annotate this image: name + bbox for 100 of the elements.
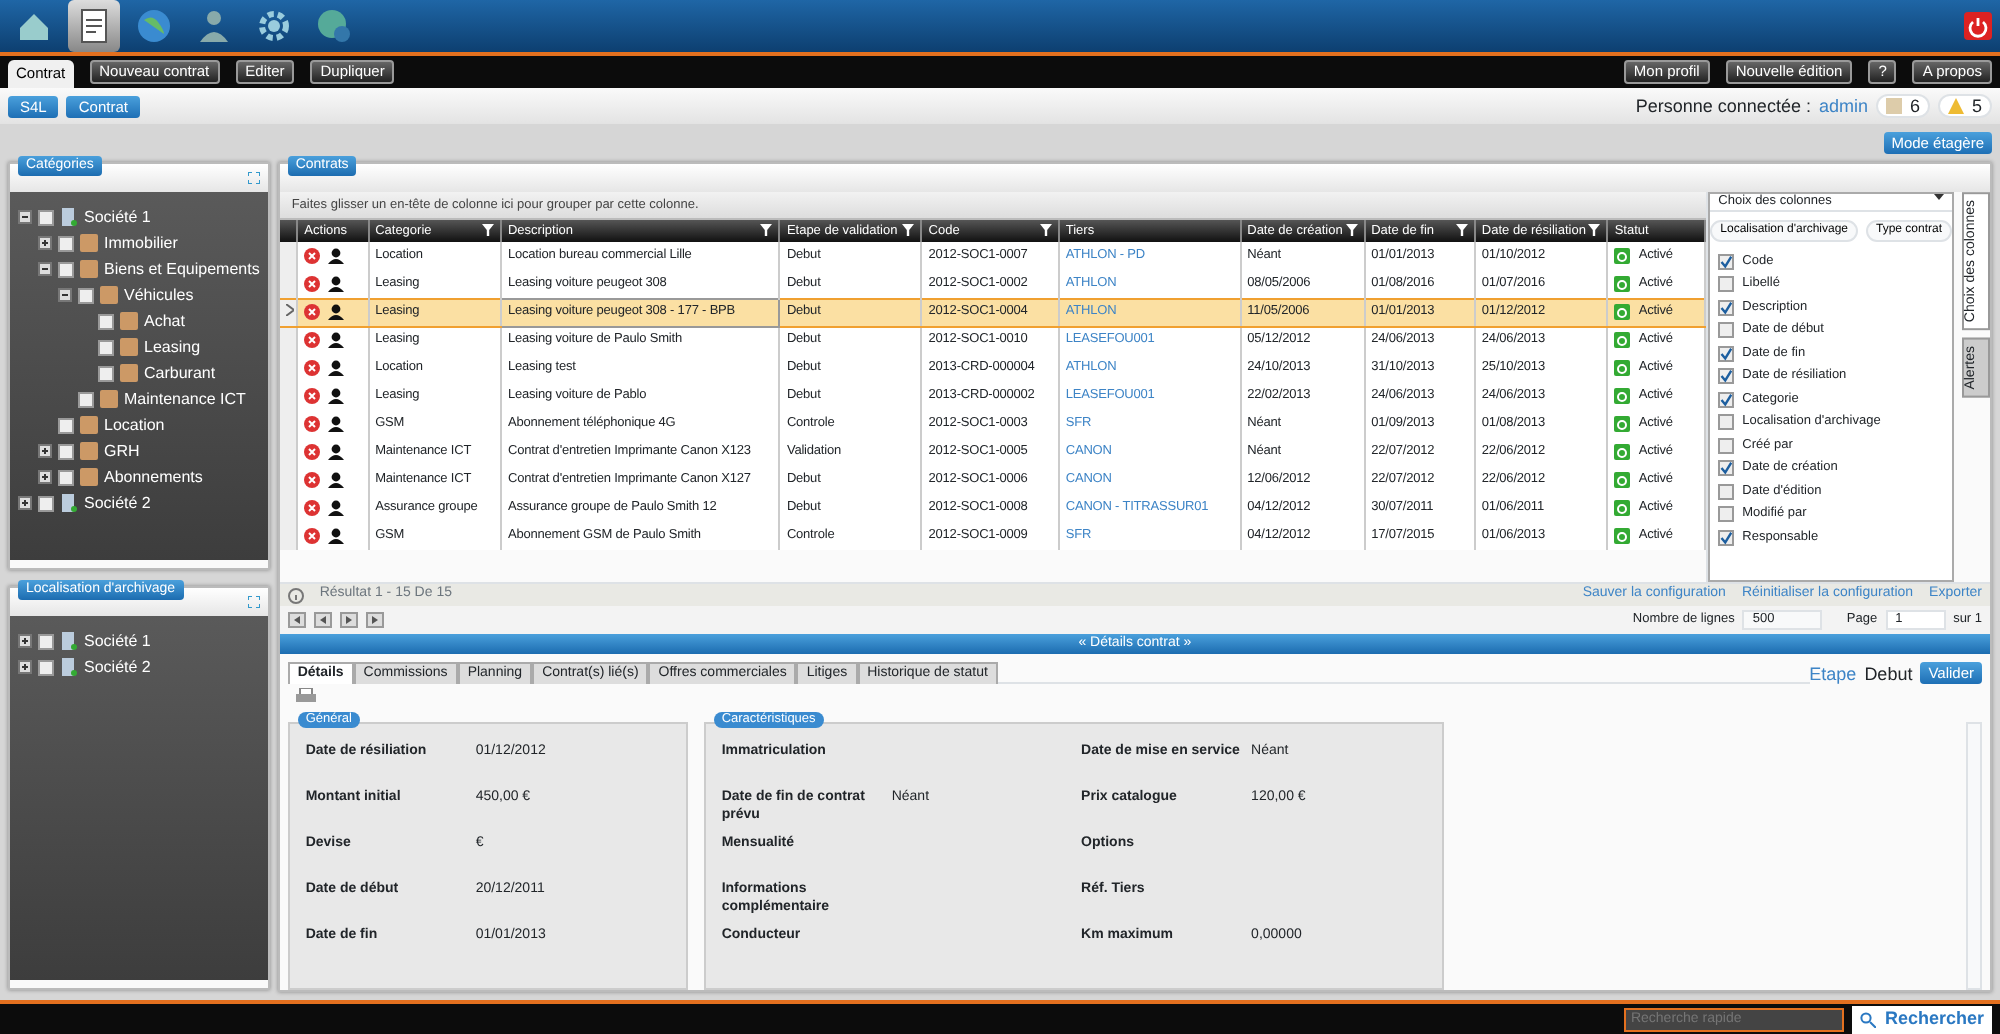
checkbox[interactable] bbox=[1718, 483, 1735, 500]
expand-toggle[interactable] bbox=[18, 496, 32, 510]
filter-icon[interactable] bbox=[1039, 224, 1052, 237]
filter-icon[interactable] bbox=[1345, 224, 1358, 237]
checkbox[interactable] bbox=[98, 313, 114, 329]
delete-icon[interactable] bbox=[304, 275, 321, 292]
expand-toggle[interactable] bbox=[38, 236, 52, 250]
checkbox[interactable] bbox=[1718, 437, 1735, 454]
checkbox[interactable] bbox=[38, 495, 54, 511]
user-icon[interactable] bbox=[328, 360, 347, 376]
counter-badge[interactable]: 6 bbox=[1875, 93, 1930, 119]
checkbox[interactable] bbox=[58, 469, 74, 485]
maximize-icon[interactable] bbox=[247, 172, 260, 184]
tree-item[interactable]: Carburant bbox=[144, 363, 216, 383]
user-icon[interactable] bbox=[328, 472, 347, 488]
delete-icon[interactable] bbox=[304, 304, 321, 320]
tree-item[interactable]: Achat bbox=[144, 311, 185, 331]
status-icon bbox=[1614, 360, 1631, 376]
tree-item[interactable]: Société 1 bbox=[84, 631, 151, 651]
person-icon bbox=[194, 6, 234, 46]
building-icon bbox=[60, 208, 78, 226]
checkbox[interactable] bbox=[58, 235, 74, 251]
tree-item[interactable]: Véhicules bbox=[124, 285, 194, 305]
delete-icon[interactable] bbox=[304, 248, 321, 264]
print-icon[interactable] bbox=[295, 687, 316, 706]
expand-toggle[interactable] bbox=[38, 262, 52, 276]
status-icon bbox=[1614, 472, 1631, 488]
delete-icon[interactable] bbox=[304, 472, 321, 488]
filter-icon[interactable] bbox=[481, 224, 494, 237]
user-icon[interactable] bbox=[328, 388, 347, 404]
expand-toggle[interactable] bbox=[18, 210, 32, 224]
pager-button[interactable] bbox=[365, 612, 384, 628]
search-button[interactable]: Rechercher bbox=[1852, 1005, 1992, 1033]
tree-item[interactable]: Biens et Equipements bbox=[104, 259, 260, 279]
checkbox[interactable] bbox=[1718, 276, 1735, 293]
user-icon[interactable] bbox=[328, 444, 347, 460]
delete-icon[interactable] bbox=[304, 360, 321, 376]
filter-icon[interactable] bbox=[760, 224, 773, 237]
pager-button[interactable] bbox=[287, 612, 306, 628]
tree-item[interactable]: Maintenance ICT bbox=[124, 389, 246, 409]
filter-icon[interactable] bbox=[1455, 224, 1468, 237]
tree-item[interactable]: Location bbox=[104, 415, 165, 435]
checkbox[interactable] bbox=[78, 287, 94, 303]
delete-icon[interactable] bbox=[304, 332, 321, 349]
checkbox[interactable] bbox=[58, 443, 74, 459]
checkbox[interactable] bbox=[98, 339, 114, 355]
user-icon[interactable] bbox=[328, 500, 347, 516]
delete-icon[interactable] bbox=[304, 500, 321, 516]
tree-item[interactable]: GRH bbox=[104, 441, 140, 461]
expand-toggle[interactable] bbox=[18, 660, 32, 674]
tree-item[interactable]: Société 2 bbox=[84, 493, 151, 513]
checkbox[interactable] bbox=[38, 209, 54, 225]
checkbox[interactable] bbox=[1718, 368, 1735, 385]
checkbox[interactable] bbox=[1718, 345, 1735, 362]
checkbox[interactable] bbox=[58, 261, 74, 277]
maximize-icon[interactable] bbox=[247, 596, 260, 608]
tree-item[interactable]: Abonnements bbox=[104, 467, 203, 487]
checkbox[interactable] bbox=[1718, 322, 1735, 339]
search-icon bbox=[1860, 1011, 1877, 1027]
delete-icon[interactable] bbox=[304, 388, 321, 404]
checkbox[interactable] bbox=[1718, 460, 1735, 477]
checkbox[interactable] bbox=[98, 365, 114, 381]
checkbox[interactable] bbox=[58, 417, 74, 433]
filter-icon[interactable] bbox=[1588, 224, 1601, 237]
power-icon[interactable] bbox=[1964, 12, 1992, 40]
delete-icon[interactable] bbox=[304, 444, 321, 460]
delete-icon[interactable] bbox=[304, 416, 321, 432]
pager-button[interactable] bbox=[339, 612, 358, 628]
checkbox[interactable] bbox=[78, 391, 94, 407]
step-link[interactable]: Etape bbox=[1809, 663, 1857, 685]
filter-icon[interactable] bbox=[902, 224, 915, 237]
user-icon[interactable] bbox=[328, 248, 347, 264]
delete-icon[interactable] bbox=[304, 528, 321, 544]
checkbox[interactable] bbox=[1718, 506, 1735, 523]
counter-badge[interactable]: 5 bbox=[1937, 93, 1992, 119]
scrollbar[interactable] bbox=[1966, 722, 1983, 990]
expand-toggle[interactable] bbox=[58, 288, 72, 302]
tree-item[interactable]: Société 2 bbox=[84, 657, 151, 677]
checkbox[interactable] bbox=[38, 633, 54, 649]
checkbox[interactable] bbox=[1718, 299, 1735, 316]
check-icon bbox=[1720, 299, 1733, 316]
checkbox[interactable] bbox=[1718, 253, 1735, 270]
status-icon bbox=[1614, 388, 1631, 404]
expand-toggle[interactable] bbox=[18, 634, 32, 648]
tree-item[interactable]: Société 1 bbox=[84, 207, 151, 227]
checkbox[interactable] bbox=[1718, 414, 1735, 431]
checkbox[interactable] bbox=[1718, 391, 1735, 408]
checkbox[interactable] bbox=[38, 659, 54, 675]
app-tab[interactable] bbox=[68, 0, 120, 52]
expand-toggle[interactable] bbox=[38, 470, 52, 484]
user-icon[interactable] bbox=[328, 528, 347, 544]
tree-item[interactable]: Immobilier bbox=[104, 233, 178, 253]
user-icon[interactable] bbox=[328, 416, 347, 432]
checkbox[interactable] bbox=[1718, 529, 1735, 546]
user-icon[interactable] bbox=[328, 275, 347, 292]
expand-toggle[interactable] bbox=[38, 444, 52, 458]
user-icon[interactable] bbox=[328, 304, 347, 320]
tree-item[interactable]: Leasing bbox=[144, 337, 201, 357]
pager-button[interactable] bbox=[313, 612, 332, 628]
user-icon[interactable] bbox=[328, 332, 347, 349]
